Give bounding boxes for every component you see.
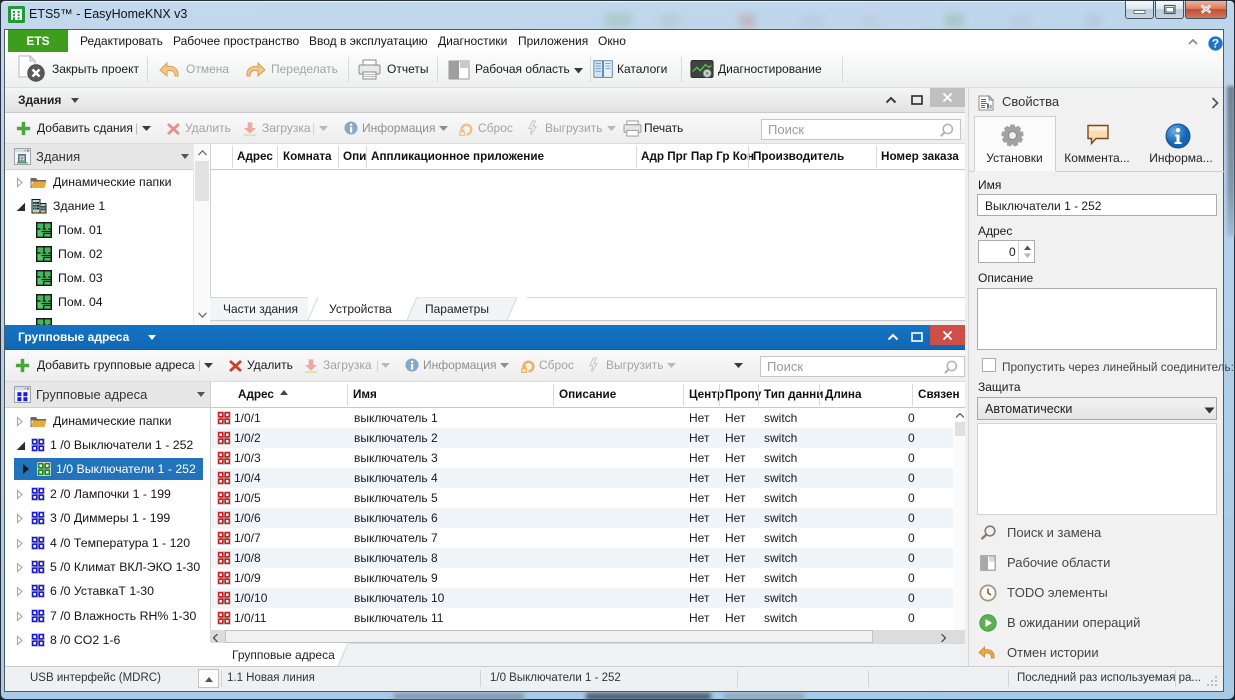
svg-text:?: ? [1212, 37, 1219, 51]
